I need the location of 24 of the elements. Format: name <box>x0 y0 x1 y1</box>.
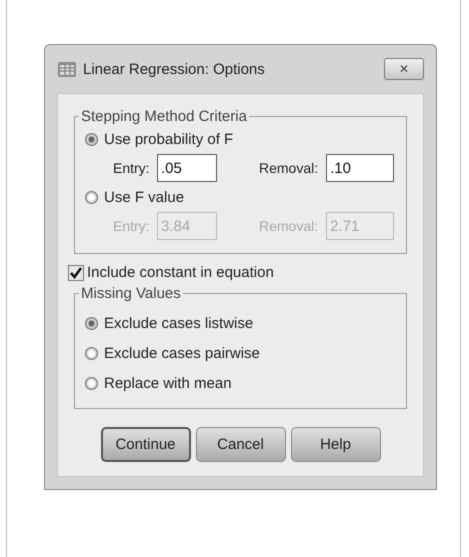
field-label: Removal: <box>259 218 318 234</box>
dialog-button[interactable]: Cancel <box>196 427 286 462</box>
radio-button[interactable] <box>85 132 98 146</box>
removal-field[interactable]: .10 <box>326 154 394 182</box>
radio-button[interactable] <box>85 316 98 330</box>
radio-label[interactable]: Replace with mean <box>104 374 232 392</box>
radio-label[interactable]: Use probability of F <box>104 130 234 148</box>
entry-field[interactable]: .05 <box>157 154 217 182</box>
checkbox-label[interactable]: Include constant in equation <box>87 264 274 281</box>
group-title: Missing Values <box>80 285 182 302</box>
field-label: Entry: <box>113 160 151 176</box>
field-label: Entry: <box>113 218 151 234</box>
close-button[interactable]: ✕ <box>384 58 424 80</box>
radio-label[interactable]: Exclude cases pairwise <box>104 344 260 362</box>
field-label: Removal: <box>259 160 318 176</box>
checkbox[interactable] <box>68 264 84 280</box>
radio-button[interactable] <box>85 346 98 360</box>
dialog-button[interactable]: Help <box>290 427 380 462</box>
group-title: Stepping Method Criteria <box>80 108 248 125</box>
radio-button[interactable] <box>85 376 98 390</box>
dialog-button[interactable]: Continue <box>100 427 190 462</box>
window-title: Linear Regression: Options <box>83 60 265 78</box>
radio-label[interactable]: Exclude cases listwise <box>104 314 254 332</box>
table-icon <box>57 60 77 78</box>
